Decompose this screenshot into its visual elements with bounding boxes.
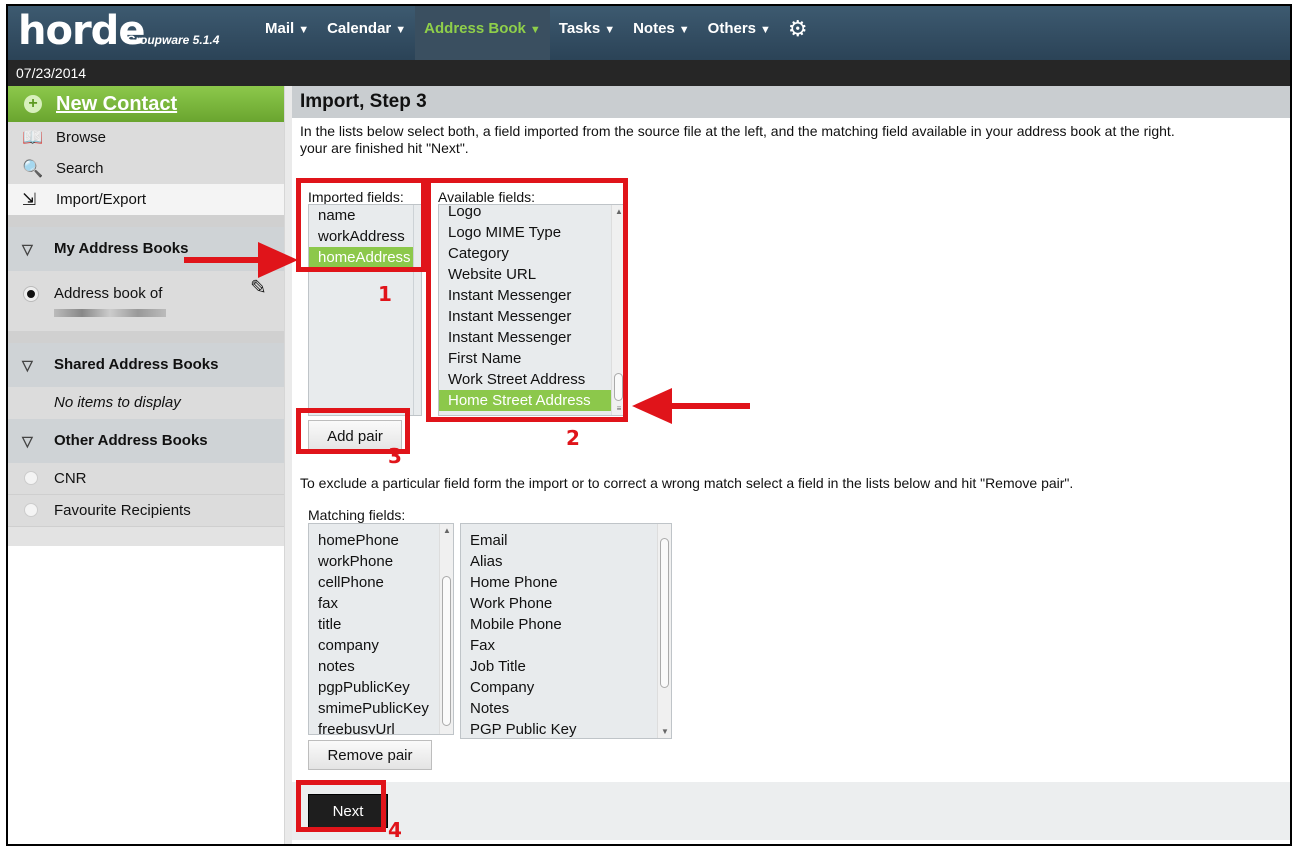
annotation-arrow-left: [632, 388, 750, 424]
browser-frame: horde Groupware 5.1.4 Mail ▼ Calendar ▼ Ad…: [6, 4, 1292, 846]
annotation-arrow-right: [184, 242, 298, 278]
annotation-arrows: [184, 242, 750, 424]
